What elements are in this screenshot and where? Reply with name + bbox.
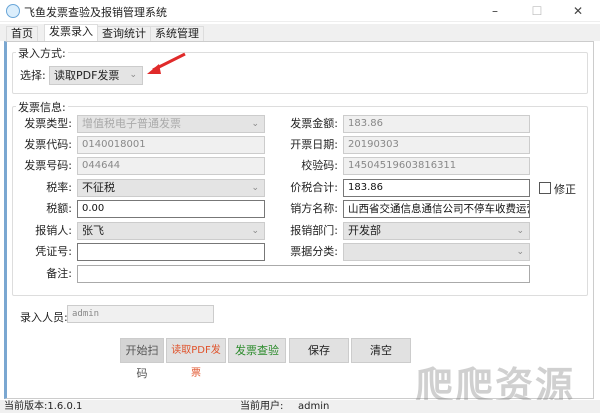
operator-field[interactable]: admin [67, 305, 214, 323]
amount-label: 发票金额: [290, 117, 338, 130]
number-label: 发票号码: [24, 159, 72, 172]
arrow-annotation-icon [147, 52, 186, 74]
verify-invoice-button[interactable]: 发票查验 [228, 338, 286, 363]
tab-query-stats[interactable]: 查询统计 [97, 26, 151, 41]
remark-label: 备注: [46, 267, 72, 280]
category-select[interactable]: ⌄ [343, 243, 530, 261]
tab-invoice-entry[interactable]: 发票录入 [44, 24, 98, 41]
minimize-button[interactable]: – [480, 2, 510, 20]
total-amount-field[interactable]: 183.86 [343, 179, 530, 197]
chevron-down-icon: ⌄ [129, 70, 137, 80]
correct-checkbox[interactable] [539, 182, 551, 194]
chevron-down-icon: ⌄ [516, 226, 524, 236]
type-label: 发票类型: [24, 117, 72, 130]
code-label: 发票代码: [24, 138, 72, 151]
tab-bar: 首页 发票录入 查询统计 系统管理 [0, 24, 600, 41]
entry-mode-select[interactable]: 读取PDF发票 ⌄ [49, 66, 143, 85]
read-pdf-button[interactable]: 读取PDF发票 [166, 338, 226, 379]
invoice-amount-field[interactable]: 183.86 [343, 115, 530, 133]
dept-label: 报销部门: [290, 224, 338, 237]
department-select[interactable]: 开发部 ⌄ [343, 222, 530, 240]
start-scan-button[interactable]: 开始扫码 [120, 338, 164, 380]
voucher-number-field[interactable] [77, 243, 265, 261]
remark-field[interactable] [77, 265, 530, 283]
app-icon [6, 4, 20, 18]
maximize-button[interactable]: ☐ [522, 2, 552, 20]
claimant-label: 报销人: [35, 224, 72, 237]
claimant-select[interactable]: 张飞 ⌄ [77, 222, 265, 240]
chevron-down-icon: ⌄ [251, 226, 259, 236]
tax-rate-value: 不征税 [82, 181, 115, 194]
correct-label: 修正 [554, 183, 576, 196]
chevron-down-icon: ⌄ [516, 247, 524, 257]
tab-system-admin[interactable]: 系统管理 [150, 26, 204, 41]
check-code-label: 校验码: [301, 159, 338, 172]
invoice-type-select[interactable]: 增值税电子普通发票 ⌄ [77, 115, 265, 133]
seller-name-field[interactable]: 山西省交通信息通信公司不停车收费运营| [343, 200, 530, 218]
invoice-code-field[interactable]: 0140018001 [77, 136, 265, 154]
seller-label: 销方名称: [290, 202, 338, 215]
total-label: 价税合计: [290, 181, 338, 194]
window-title: 飞鱼发票查验及报销管理系统 [24, 6, 167, 19]
check-code-field[interactable]: 14504519603816311 [343, 157, 530, 175]
select-label: 选择: [20, 69, 46, 82]
voucher-label: 凭证号: [35, 245, 72, 258]
close-button[interactable]: ✕ [563, 2, 593, 20]
save-button[interactable]: 保存 [289, 338, 349, 363]
operator-label: 录入人员: [20, 311, 68, 324]
category-label: 票据分类: [290, 245, 338, 258]
invoice-type-value: 增值税电子普通发票 [82, 117, 181, 130]
date-label: 开票日期: [290, 138, 338, 151]
tax-rate-select[interactable]: 不征税 ⌄ [77, 179, 265, 197]
user-value: admin [298, 401, 330, 412]
tax-amount-field[interactable]: 0.00 [77, 200, 265, 218]
rate-label: 税率: [46, 181, 72, 194]
status-bar: 当前版本:1.6.0.1 当前用户: admin [0, 400, 600, 413]
invoice-date-field[interactable]: 20190303 [343, 136, 530, 154]
entry-mode-label: 录入方式: [16, 45, 68, 61]
title-bar: 飞鱼发票查验及报销管理系统 – ☐ ✕ [0, 0, 600, 22]
invoice-info-label: 发票信息: [16, 99, 68, 115]
user-label: 当前用户: [240, 401, 284, 412]
chevron-down-icon: ⌄ [251, 119, 259, 129]
tab-home[interactable]: 首页 [6, 26, 38, 41]
chevron-down-icon: ⌄ [251, 183, 259, 193]
claimant-value: 张飞 [82, 224, 104, 237]
entry-mode-value: 读取PDF发票 [54, 69, 120, 82]
invoice-number-field[interactable]: 044644 [77, 157, 265, 175]
department-value: 开发部 [348, 224, 381, 237]
version-text: 当前版本:1.6.0.1 [4, 401, 83, 412]
clear-button[interactable]: 清空 [351, 338, 411, 363]
tax-label: 税额: [46, 202, 72, 215]
